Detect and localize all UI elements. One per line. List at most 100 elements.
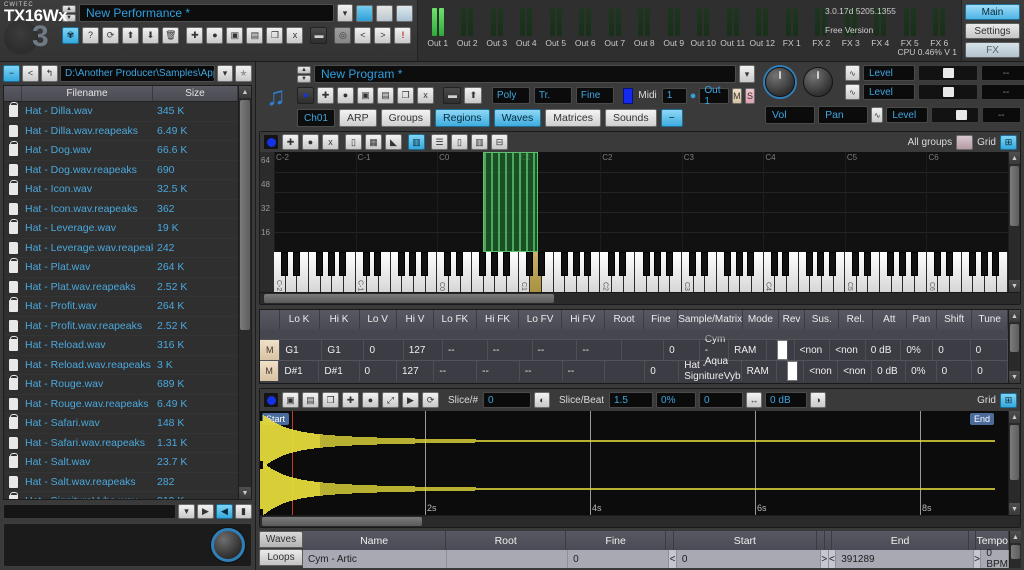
level-field-1[interactable]: Level (863, 65, 915, 81)
output-field[interactable]: Out 1 (699, 85, 729, 107)
keymap-scroll-thumb[interactable] (1010, 166, 1019, 226)
solo-button[interactable]: S (744, 87, 755, 104)
mod-button-1[interactable]: ∿ (845, 65, 860, 81)
list-item[interactable]: Hat - Icon.wav.reapeaks 362 (4, 200, 238, 219)
cell-[interactable]: M (260, 361, 280, 381)
piano-black-key[interactable] (502, 252, 510, 276)
pan-field[interactable]: Pan (818, 106, 869, 124)
level-slider-1[interactable] (918, 65, 978, 81)
cell-hik[interactable]: G1 (322, 340, 365, 360)
waves-col-4[interactable]: Start (674, 531, 817, 550)
mod-button-2[interactable]: ∿ (845, 84, 860, 100)
browser-hscrollbar[interactable] (3, 504, 176, 519)
favorite-star-icon[interactable]: ★ (235, 65, 252, 82)
wave-cell-0[interactable]: Cym - Artic (303, 550, 448, 568)
section-matrices[interactable]: Matrices (545, 109, 601, 127)
piano-black-key[interactable] (700, 252, 708, 276)
path-field[interactable]: D:\Another Producer\Samples\App (60, 65, 215, 82)
cell-lofv[interactable]: -- (520, 361, 563, 381)
list-item[interactable]: Hat - Dilla.wav 345 K (4, 102, 238, 122)
list-item[interactable]: Hat - SignitureVybe.wav919 K (4, 492, 238, 499)
wave-cell-2[interactable]: 0 (568, 550, 670, 568)
slice-percent-field[interactable]: 0% (656, 392, 697, 408)
piano-black-key[interactable] (409, 252, 417, 276)
piano-white-key[interactable]: C-2 (274, 252, 289, 292)
region-col-12[interactable]: Mode (743, 310, 779, 329)
piano-black-key[interactable] (724, 252, 732, 276)
piano-black-key[interactable] (572, 252, 580, 276)
region-col-4[interactable]: Hi V (397, 310, 435, 329)
cell-rev[interactable] (777, 361, 805, 381)
performance-dropdown-button[interactable]: ▾ (337, 4, 353, 22)
piano-black-key[interactable] (945, 252, 953, 276)
table-row[interactable]: M D#1 D#1 0 127 -- -- -- -- 0 Hat - SignitureVyb RA… (260, 360, 1008, 382)
section-−[interactable]: − (660, 109, 683, 127)
region-col-2[interactable]: Hi K (320, 310, 360, 329)
cell-rel[interactable]: <non (838, 361, 873, 381)
piano-black-key[interactable] (654, 252, 662, 276)
piano-black-key[interactable] (362, 252, 370, 276)
dash-icon[interactable]: ▬ (310, 27, 328, 44)
piano-white-key[interactable] (635, 252, 650, 292)
piano-black-key[interactable] (374, 252, 382, 276)
list-item[interactable]: Hat - Dilla.wav.reapeaks 6.49 K (4, 122, 238, 141)
delete-x-icon[interactable]: x (286, 27, 304, 44)
piano-black-key[interactable] (829, 252, 836, 276)
help-icon[interactable]: ? (82, 27, 99, 44)
piano-white-key[interactable] (716, 252, 732, 292)
wave-add-icon[interactable]: ✚ (342, 392, 359, 408)
wave-play-icon[interactable]: ▶ (402, 392, 419, 408)
wave-grid-label[interactable]: Grid (977, 395, 996, 406)
browser-play-button[interactable]: ▶ (197, 504, 214, 519)
piano-black-key[interactable] (863, 252, 871, 276)
program-dropdown-button[interactable]: ▾ (739, 65, 755, 83)
slice-width-icon[interactable]: ↔ (746, 392, 763, 408)
list-item[interactable]: Hat - Profit.wav.reapeaks 2.52 K (4, 317, 238, 336)
region-col-0[interactable] (260, 310, 280, 329)
channel-button[interactable]: Ch01 (297, 109, 335, 127)
cell-att[interactable]: 0 dB (872, 361, 907, 381)
trash-icon[interactable]: 🗑 (162, 27, 180, 44)
list-item[interactable]: Hat - Rouge.wav 689 K (4, 375, 238, 395)
wave-record-icon[interactable] (263, 392, 279, 408)
cell-lofv[interactable]: -- (533, 340, 578, 360)
piano-black-key[interactable] (887, 252, 895, 276)
all-groups-label[interactable]: All groups (908, 137, 952, 148)
region-col-9[interactable]: Root (605, 310, 645, 329)
section-regions[interactable]: Regions (435, 109, 490, 127)
cell-shift[interactable]: 0 (933, 340, 971, 360)
keyboard-grid[interactable]: C-2 C-1 C0 C1 C2 C3 C4 C5 C6 C-2 C-1 C0 C1 C2 C3 C4 C5 C… (274, 152, 1008, 292)
prev-icon[interactable]: < (354, 27, 372, 44)
cell-hifv[interactable]: -- (563, 361, 606, 381)
wave-gain-field[interactable]: 0 dB (765, 392, 808, 408)
piano-white-key[interactable]: C2 (600, 252, 615, 292)
list-item[interactable]: Hat - Leverage.wav 19 K (4, 219, 238, 239)
save-icon[interactable]: ⬇ (142, 27, 159, 44)
waves-col-8[interactable] (969, 531, 977, 550)
program-copy-icon[interactable]: ❐ (397, 87, 414, 104)
cell-shift[interactable]: 0 (937, 361, 973, 381)
wave-scroll-down[interactable]: ▼ (1009, 503, 1020, 515)
region-col-18[interactable]: Shift (937, 310, 973, 329)
keymap-grid-icon[interactable]: ▦ (365, 134, 382, 150)
piano-white-key[interactable] (553, 252, 568, 292)
slice-beat-field[interactable]: 1.5 (609, 392, 654, 408)
region-col-17[interactable]: Pan (907, 310, 937, 329)
list-item[interactable]: Hat - Plat.wav.reapeaks 2.52 K (4, 278, 238, 297)
section-groups[interactable]: Groups (380, 109, 432, 127)
keymap-bars-icon[interactable]: ▯ (451, 134, 468, 150)
cell-samplematrix[interactable]: Hat - SignitureVyb (679, 360, 742, 382)
waves-col-3[interactable] (666, 531, 674, 550)
browser-up-button[interactable]: ↰ (41, 65, 58, 82)
wave-scroll-thumb[interactable] (1010, 425, 1019, 480)
piano-black-key[interactable] (327, 252, 335, 276)
cell-hifk[interactable]: -- (477, 361, 520, 381)
piano-black-key[interactable] (782, 252, 790, 276)
wave-dot-icon[interactable]: ● (362, 392, 379, 408)
tab-main[interactable]: Main (965, 4, 1020, 20)
col-filename[interactable]: Filename (22, 86, 153, 101)
cell-pan[interactable]: 0% (906, 361, 937, 381)
piano-white-key[interactable] (961, 252, 976, 292)
mod-button-3[interactable]: ∿ (871, 107, 884, 123)
keymap-grid-label[interactable]: Grid (977, 137, 996, 148)
